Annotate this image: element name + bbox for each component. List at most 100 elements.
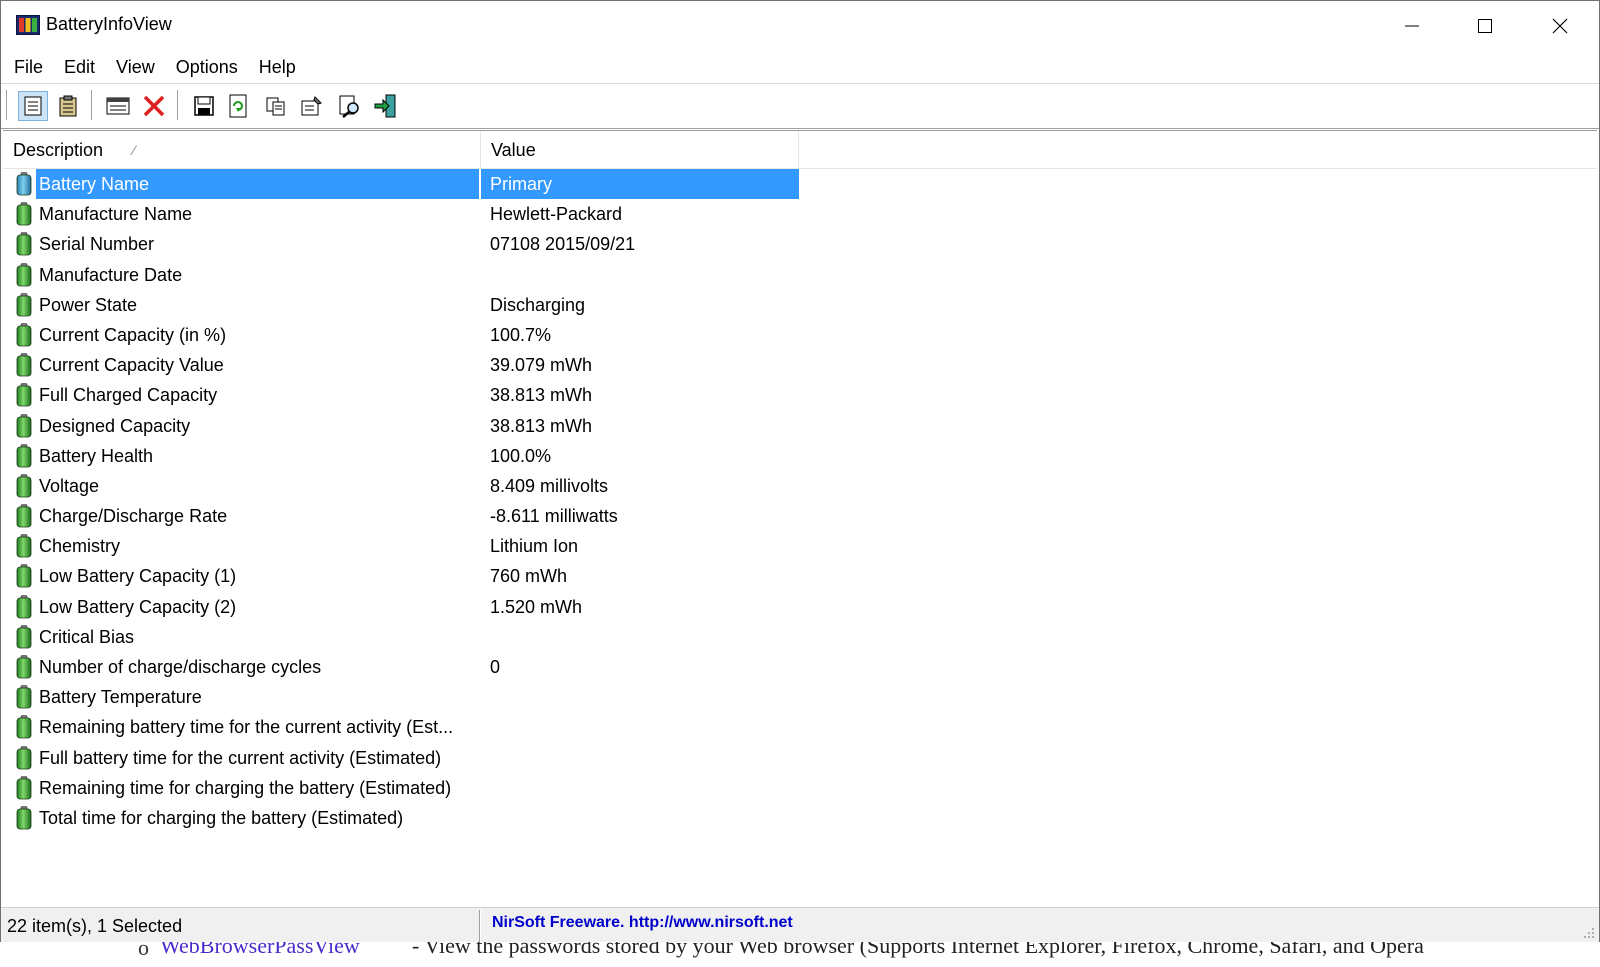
battery-icon	[16, 534, 32, 558]
properties-button[interactable]	[297, 91, 327, 121]
minimize-button[interactable]	[1376, 1, 1448, 51]
row-value: 8.409 millivolts	[490, 475, 609, 496]
table-row[interactable]: Battery Temperature	[3, 682, 799, 712]
minimize-icon	[1405, 25, 1419, 27]
copy-button[interactable]	[261, 91, 291, 121]
battery-icon	[16, 625, 32, 649]
title-bar[interactable]: BatteryInfoView	[1, 1, 1599, 51]
battery-icon	[16, 383, 32, 407]
status-bar: 22 item(s), 1 Selected NirSoft Freeware.…	[1, 907, 1599, 943]
properties-icon	[301, 96, 322, 116]
row-value: 07108 2015/09/21	[490, 234, 636, 255]
app-window: BatteryInfoView File Edit View Options H…	[0, 0, 1600, 967]
battery-icon	[16, 232, 32, 256]
column-header-label: Value	[491, 140, 536, 160]
save-button[interactable]	[189, 91, 219, 121]
row-value	[481, 622, 799, 652]
toolbar-separator	[6, 90, 8, 120]
list-bullet: o	[138, 942, 149, 960]
row-value: 100.7%	[490, 324, 552, 345]
advanced-mode-button[interactable]	[53, 91, 83, 121]
table-row[interactable]: Voltage 8.409 millivolts	[3, 471, 799, 501]
close-icon	[1552, 18, 1568, 34]
delete-button[interactable]	[139, 91, 169, 121]
refresh-button[interactable]	[223, 91, 253, 121]
column-header-value[interactable]: Value	[481, 131, 799, 169]
resize-grip-icon[interactable]	[1581, 925, 1595, 939]
menu-options[interactable]: Options	[165, 52, 248, 82]
table-row[interactable]: Critical Bias	[3, 622, 799, 652]
table-row[interactable]: Power State Discharging	[3, 290, 799, 320]
battery-icon	[16, 685, 32, 709]
table-row[interactable]: Serial Number 07108 2015/09/21	[3, 229, 799, 259]
column-header-label: Description	[13, 140, 104, 160]
row-value	[481, 803, 799, 833]
simple-mode-button[interactable]	[18, 91, 48, 121]
row-value: 1.520 mWh	[490, 596, 583, 617]
column-header-description[interactable]: Description ⁄	[3, 131, 481, 169]
row-description: Current Capacity Value	[39, 355, 224, 376]
table-row[interactable]: Full battery time for the current activi…	[3, 743, 799, 773]
window-title: BatteryInfoView	[46, 14, 172, 34]
battery-icon	[16, 715, 32, 739]
background-description: - View the passwords stored by your Web …	[412, 942, 1424, 958]
row-value: 38.813 mWh	[490, 385, 593, 406]
table-row[interactable]: Low Battery Capacity (2) 1.520 mWh	[3, 592, 799, 622]
table-row[interactable]: Remaining time for charging the battery …	[3, 773, 799, 803]
row-value: 100.0%	[490, 445, 552, 466]
row-description: Battery Temperature	[39, 687, 202, 708]
row-description: Battery Name	[36, 169, 479, 199]
battery-log-button[interactable]	[103, 91, 133, 121]
copy-icon	[266, 97, 285, 116]
table-row[interactable]: Manufacture Name Hewlett-Packard	[3, 199, 799, 229]
table-row[interactable]: Charge/Discharge Rate -8.611 milliwatts	[3, 501, 799, 531]
battery-icon	[16, 775, 32, 800]
table-row[interactable]: Chemistry Lithium Ion	[3, 531, 799, 561]
battery-icon	[16, 745, 32, 769]
toolbar-separator	[177, 90, 179, 120]
table-row[interactable]: Battery Name Primary	[3, 169, 799, 199]
row-description: Serial Number	[39, 234, 155, 255]
nirsoft-link[interactable]: NirSoft Freeware. http://www.nirsoft.net	[492, 914, 793, 932]
battery-icon	[16, 172, 32, 196]
app-icon	[16, 15, 40, 35]
row-value: 38.813 mWh	[490, 415, 593, 436]
row-description: Total time for charging the battery (Est…	[39, 807, 404, 828]
menu-help[interactable]: Help	[248, 52, 306, 82]
maximize-button[interactable]	[1449, 1, 1521, 51]
refresh-icon	[229, 94, 247, 118]
battery-icon	[16, 353, 32, 377]
webbrowserpassview-link[interactable]: WebBrowserPassView	[160, 942, 360, 959]
battery-icon	[16, 474, 32, 498]
table-row[interactable]: Full Charged Capacity 38.813 mWh	[3, 380, 799, 410]
find-button[interactable]	[335, 91, 365, 121]
row-value: Hewlett-Packard	[490, 204, 623, 225]
menu-view[interactable]: View	[105, 52, 165, 82]
row-value	[481, 682, 799, 712]
maximize-icon	[1478, 19, 1492, 33]
menu-edit[interactable]: Edit	[53, 52, 105, 82]
battery-info-list[interactable]: Description ⁄ Value Battery NamePrimary	[3, 130, 1597, 906]
table-row[interactable]: Manufacture Date	[3, 260, 799, 290]
row-value: Discharging	[490, 294, 586, 315]
table-row[interactable]: Remaining battery time for the current a…	[3, 712, 799, 742]
exit-button[interactable]	[371, 91, 401, 121]
battery-icon	[16, 292, 32, 317]
battery-icon	[16, 262, 32, 286]
row-description: Battery Health	[39, 445, 154, 466]
list-rows: Battery Name Primary Manufacture Name Hewl…	[3, 169, 799, 833]
row-description: Full Charged Capacity	[39, 385, 218, 406]
close-button[interactable]	[1524, 1, 1596, 51]
table-row[interactable]: Number of charge/discharge cycles 0	[3, 652, 799, 682]
table-row[interactable]: Low Battery Capacity (1) 760 mWh	[3, 561, 799, 591]
battery-icon	[16, 202, 32, 226]
table-row[interactable]: Current Capacity (in %) 100.7%	[3, 320, 799, 350]
table-row[interactable]: Designed Capacity 38.813 mWh	[3, 411, 799, 441]
table-row[interactable]: Battery Health 100.0%	[3, 441, 799, 471]
item-count-status: 22 item(s), 1 Selected	[7, 916, 183, 936]
table-row[interactable]: Total time for charging the battery (Est…	[3, 803, 799, 833]
menu-file[interactable]: File	[3, 52, 53, 82]
row-value	[481, 260, 799, 290]
row-description: Charge/Discharge Rate	[39, 506, 228, 527]
table-row[interactable]: Current Capacity Value 39.079 mWh	[3, 350, 799, 380]
